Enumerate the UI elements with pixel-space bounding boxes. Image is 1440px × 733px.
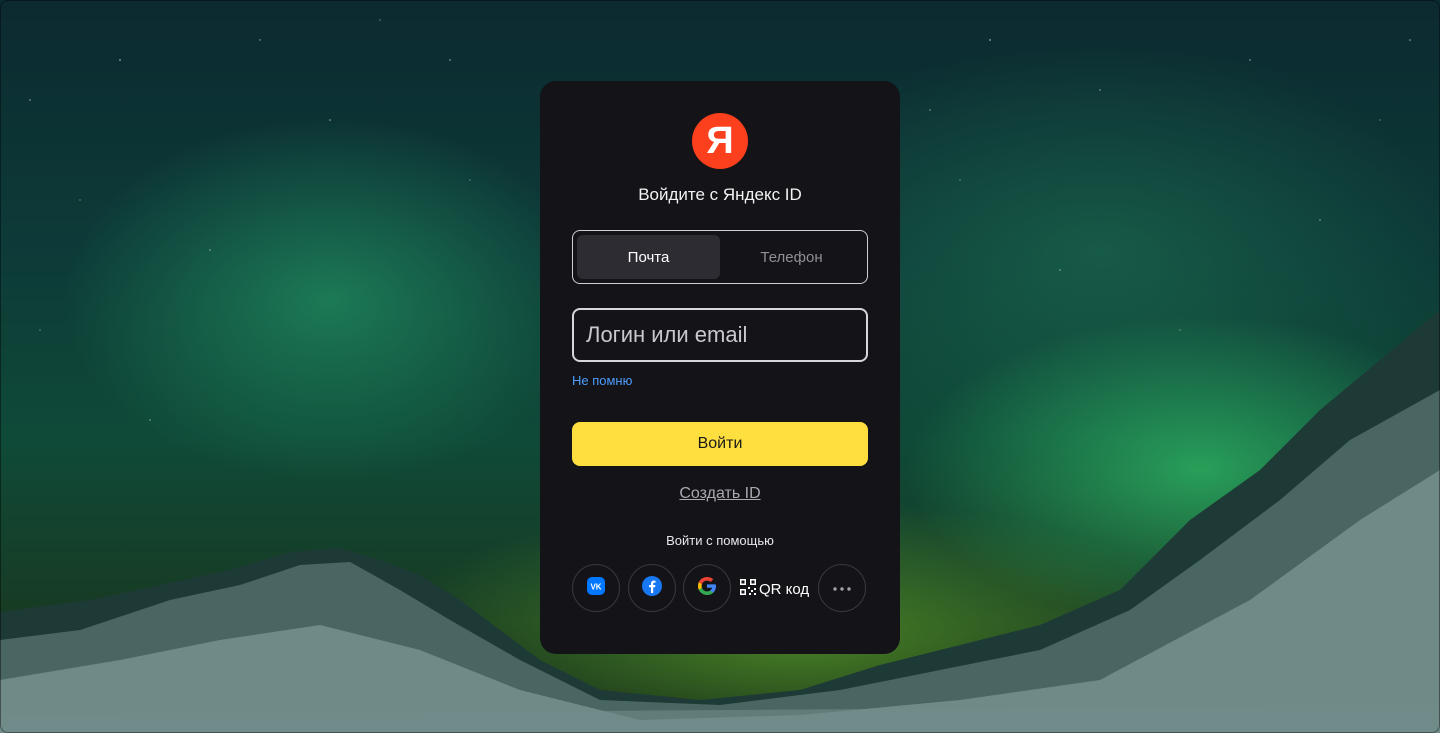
more-options-button[interactable] xyxy=(818,564,866,612)
login-input[interactable] xyxy=(572,308,868,362)
tab-phone[interactable]: Телефон xyxy=(720,235,863,279)
page-title: Войдите с Яндекс ID xyxy=(638,185,802,204)
login-card: Я Войдите с Яндекс ID Почта Телефон Не п… xyxy=(540,81,900,654)
qr-login-label: QR код xyxy=(759,580,810,598)
svg-text:VK: VK xyxy=(590,582,601,591)
create-id-link[interactable]: Создать ID xyxy=(540,485,900,503)
login-method-tabs: Почта Телефон xyxy=(572,230,868,284)
facebook-button[interactable] xyxy=(628,564,676,612)
vk-button[interactable]: VK xyxy=(572,564,620,612)
tab-email[interactable]: Почта xyxy=(577,235,720,279)
google-button[interactable] xyxy=(683,564,731,612)
vk-icon: VK xyxy=(587,576,605,600)
more-dots-icon xyxy=(831,579,853,597)
facebook-icon xyxy=(641,575,663,602)
social-login-heading: Войти с помощью xyxy=(666,533,774,548)
google-icon xyxy=(696,575,718,602)
forgot-login-link[interactable]: Не помню xyxy=(572,373,632,388)
yandex-logo: Я xyxy=(692,113,748,169)
qr-login-button[interactable]: QR код xyxy=(739,578,809,600)
social-login-buttons: VK QR код xyxy=(572,564,868,614)
login-button[interactable]: Войти xyxy=(572,422,868,466)
qr-code-icon xyxy=(739,578,757,600)
